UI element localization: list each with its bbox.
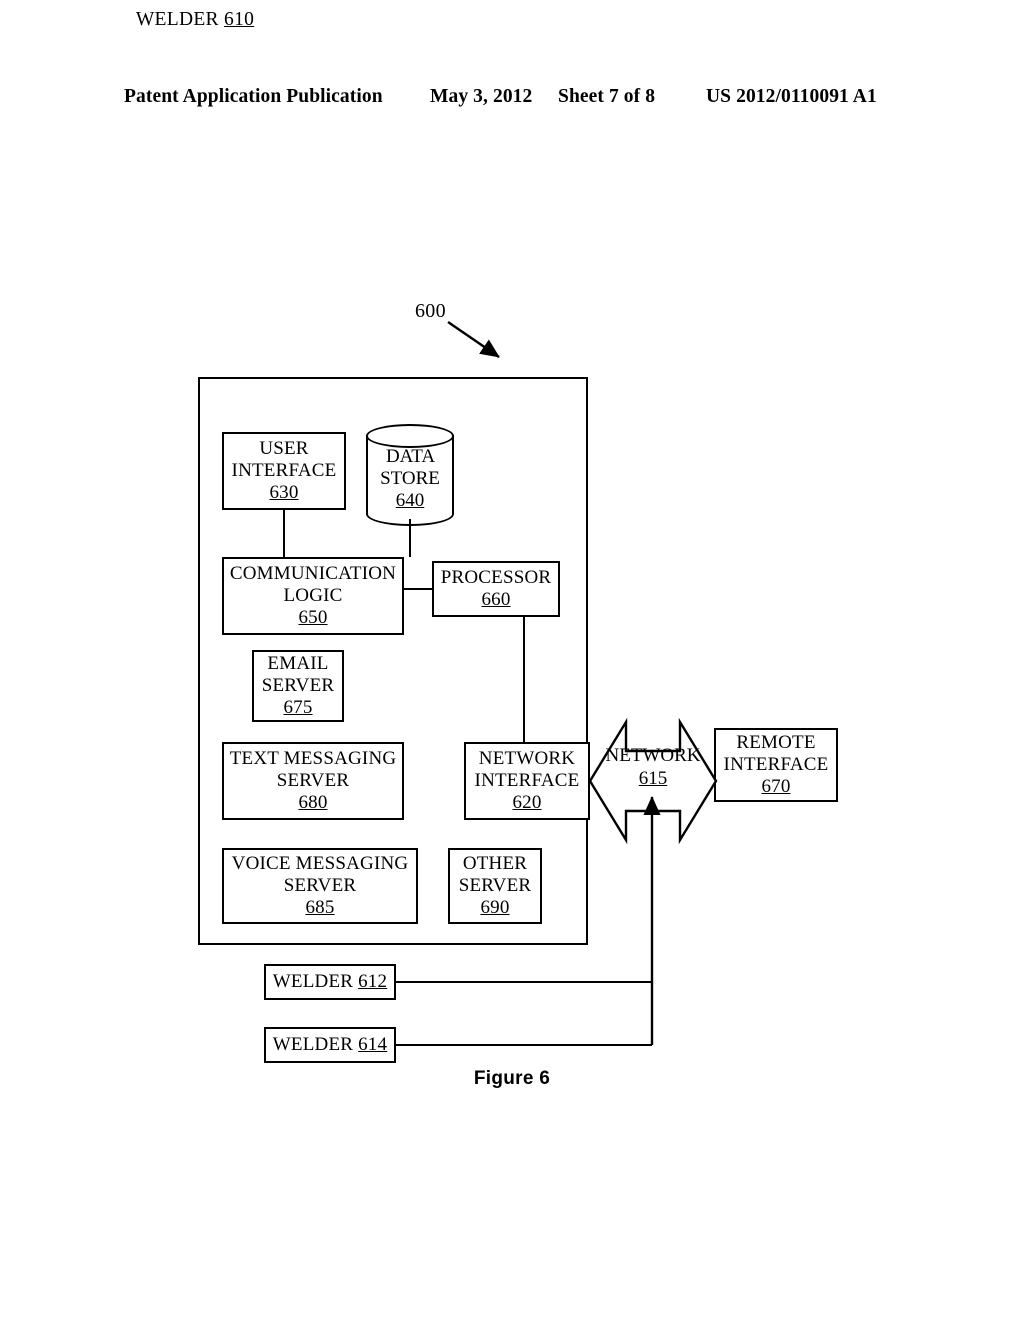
- remote-interface-line2: INTERFACE: [723, 753, 829, 775]
- user-interface-line1: USER: [259, 437, 309, 459]
- node-other-server-690: OTHER SERVER 690: [448, 848, 542, 924]
- data-store-label: DATA STORE 640: [366, 446, 454, 513]
- voice-server-line2: SERVER: [283, 874, 357, 896]
- email-server-line2: SERVER: [261, 674, 335, 696]
- node-processor-660: PROCESSOR 660: [432, 561, 560, 617]
- network-interface-number: 620: [512, 792, 542, 814]
- data-store-line1: DATA: [385, 446, 435, 467]
- network-interface-line1: NETWORK: [478, 747, 576, 769]
- welder-614-label: WELDER 614: [273, 1034, 387, 1056]
- node-network-615-label: NETWORK 615: [598, 745, 708, 791]
- node-network-interface-620: NETWORK INTERFACE 620: [464, 742, 590, 820]
- processor-line1: PROCESSOR: [440, 566, 552, 588]
- text-server-line1: TEXT MESSAGING: [229, 747, 397, 769]
- node-email-server-675: EMAIL SERVER 675: [252, 650, 344, 722]
- node-data-store-640: DATA STORE 640: [366, 424, 454, 526]
- welder-612-text: WELDER: [272, 970, 354, 992]
- text-server-line2: SERVER: [276, 769, 350, 791]
- node-welder-612: WELDER 612: [264, 964, 396, 1000]
- welder-614-text: WELDER: [272, 1033, 354, 1055]
- remote-interface-line1: REMOTE: [736, 731, 816, 753]
- welder-610-number: 610: [224, 9, 255, 30]
- text-server-number: 680: [298, 792, 328, 814]
- network-line1: NETWORK: [605, 745, 701, 766]
- user-interface-line2: INTERFACE: [231, 459, 337, 481]
- processor-number: 660: [481, 589, 511, 610]
- node-communication-logic-650: COMMUNICATION LOGIC 650: [222, 557, 404, 635]
- other-server-line2: SERVER: [458, 874, 532, 896]
- node-text-messaging-server-680: TEXT MESSAGING SERVER 680: [222, 742, 404, 820]
- data-store-number: 640: [395, 490, 425, 512]
- other-server-number: 690: [480, 897, 510, 919]
- node-user-interface-630: USER INTERFACE 630: [222, 432, 346, 510]
- figure-caption: Figure 6: [473, 1068, 551, 1089]
- comm-logic-number: 650: [298, 607, 328, 629]
- user-interface-number: 630: [269, 482, 299, 504]
- voice-server-line1: VOICE MESSAGING: [231, 852, 409, 874]
- email-server-line1: EMAIL: [267, 652, 329, 674]
- welder-612-label: WELDER 612: [273, 971, 387, 993]
- welder-614-number: 614: [358, 1033, 388, 1055]
- reference-600-leader-arrow: [447, 321, 500, 358]
- email-server-number: 675: [283, 697, 313, 719]
- welder-610-title-text: WELDER: [135, 9, 219, 30]
- comm-logic-line2: LOGIC: [283, 584, 343, 606]
- data-store-line2: STORE: [380, 468, 440, 490]
- remote-interface-number: 670: [761, 776, 791, 798]
- figure-diagram: 600 WELDER 610 USER INTERFACE 630 DATA S…: [0, 0, 1024, 1320]
- comm-logic-line1: COMMUNICATION: [229, 562, 397, 584]
- data-store-cylinder-top: [366, 424, 454, 448]
- node-voice-messaging-server-685: VOICE MESSAGING SERVER 685: [222, 848, 418, 924]
- node-welder-614: WELDER 614: [264, 1027, 396, 1063]
- network-number: 615: [638, 767, 668, 789]
- node-remote-interface-670: REMOTE INTERFACE 670: [714, 728, 838, 802]
- welder-610-title: WELDER 610: [0, 9, 390, 31]
- network-interface-line2: INTERFACE: [474, 769, 580, 791]
- voice-server-number: 685: [305, 897, 335, 919]
- system-reference-label: 600: [415, 300, 446, 322]
- welder-612-number: 612: [358, 970, 388, 992]
- other-server-line1: OTHER: [462, 852, 528, 874]
